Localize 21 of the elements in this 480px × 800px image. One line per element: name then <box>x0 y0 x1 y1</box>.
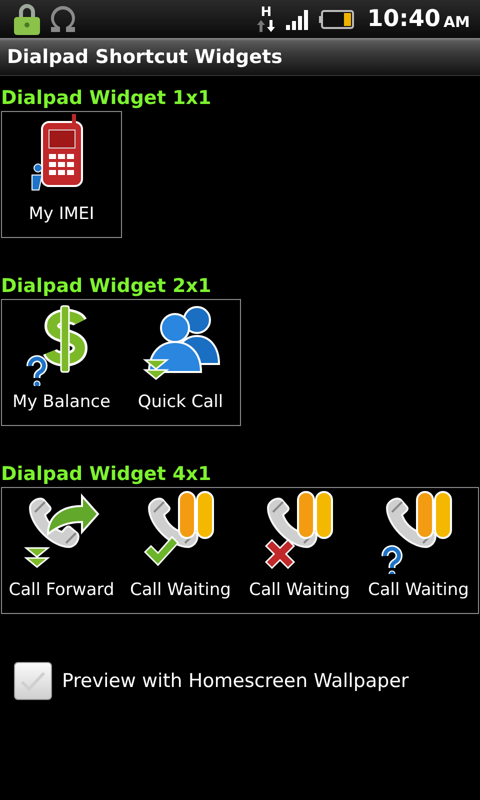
widget-label[interactable]: My IMEI <box>28 202 94 226</box>
network-type: H <box>260 6 272 18</box>
omega-icon <box>48 4 78 34</box>
widget-label[interactable]: Call Forward <box>8 578 114 602</box>
section-heading: Dialpad Widget 1x1 <box>0 86 212 111</box>
widget-label[interactable]: Call Waiting <box>249 578 350 602</box>
widget-label[interactable]: Call Waiting <box>130 578 231 602</box>
widget-label[interactable]: My Balance <box>12 390 110 414</box>
section-heading: Dialpad Widget 2x1 <box>0 274 212 299</box>
clock-time: 10:40 <box>367 6 440 32</box>
app-title: Dialpad Shortcut Widgets <box>7 46 282 68</box>
clock-meridiem: AM <box>443 13 470 31</box>
widget-label[interactable]: Call Waiting <box>368 578 469 602</box>
widget-label[interactable]: Quick Call <box>138 390 224 414</box>
data-arrows-icon <box>255 18 278 32</box>
checkbox[interactable] <box>14 662 52 700</box>
battery-icon <box>319 8 356 30</box>
check-icon <box>20 670 46 692</box>
lock-icon <box>12 3 42 35</box>
section-heading: Dialpad Widget 4x1 <box>0 462 212 487</box>
checkbox-label: Preview with Homescreen Wallpaper <box>62 670 409 692</box>
